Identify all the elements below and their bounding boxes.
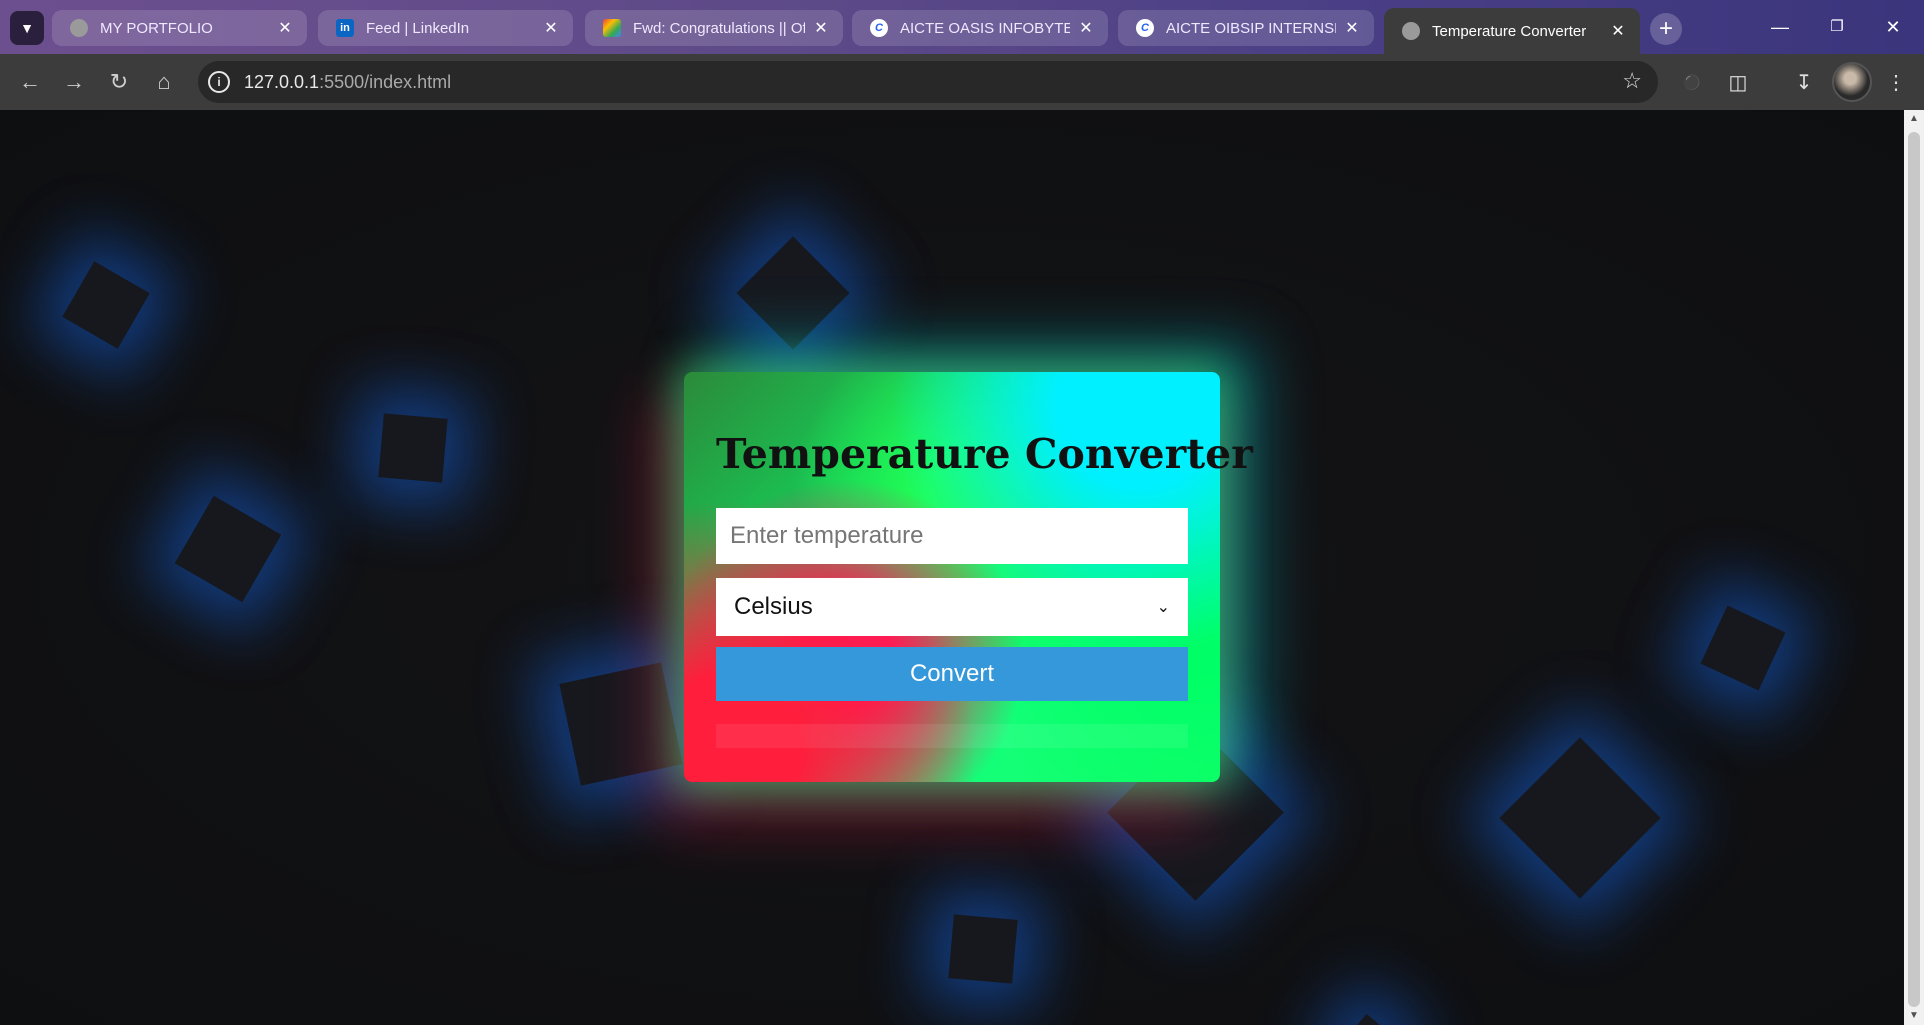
chevron-down-icon: ▼ (20, 20, 34, 36)
background-cube (62, 261, 150, 349)
tab-title: AICTE OIBSIP INTERNSHIP (1166, 19, 1336, 37)
menu-icon[interactable]: ⋮ (1880, 66, 1912, 98)
tab-title: Fwd: Congratulations || Off (633, 19, 805, 37)
result-output (716, 724, 1188, 748)
download-icon[interactable]: ↧ (1788, 66, 1820, 98)
tab-gmail[interactable]: Fwd: Congratulations || Off ✕ (585, 10, 843, 46)
close-icon[interactable]: ✕ (275, 18, 295, 38)
url-text: 127.0.0.1:5500/index.html (244, 72, 451, 93)
background-cube (1499, 737, 1661, 899)
extensions-icon[interactable]: ◫ (1722, 66, 1754, 98)
star-icon[interactable]: ☆ (1622, 68, 1642, 94)
tab-search-button[interactable]: ▼ (10, 11, 44, 45)
background-cube (559, 662, 683, 786)
minimize-button[interactable]: — (1755, 12, 1805, 42)
c-icon: C (870, 19, 888, 37)
reload-button[interactable]: ↻ (103, 66, 135, 98)
extension-puck-icon[interactable]: ⚫ (1676, 66, 1708, 98)
back-button[interactable]: ← (14, 66, 46, 98)
arrow-right-icon: → (63, 69, 85, 94)
tab-strip: ▼ MY PORTFOLIO ✕ in Feed | LinkedIn ✕ Fw… (0, 0, 1924, 54)
restore-button[interactable]: ❐ (1812, 12, 1862, 42)
tab-temperature-converter[interactable]: Temperature Converter ✕ (1384, 8, 1640, 54)
new-tab-button[interactable]: + (1650, 13, 1682, 45)
page-title: Temperature Converter (716, 430, 1253, 478)
background-cube (948, 914, 1018, 984)
forward-button[interactable]: → (58, 66, 90, 98)
close-icon: ✕ (1885, 17, 1901, 37)
address-bar[interactable]: i 127.0.0.1:5500/index.html ☆ (198, 61, 1658, 103)
temperature-input[interactable] (716, 508, 1188, 564)
tab-aicte-oibsip[interactable]: C AICTE OIBSIP INTERNSHIP ✕ (1118, 10, 1374, 46)
tab-title: MY PORTFOLIO (100, 19, 213, 37)
minimize-icon: — (1771, 17, 1789, 37)
convert-button[interactable]: Convert (716, 647, 1188, 701)
linkedin-icon: in (336, 19, 354, 37)
background-cube (174, 495, 282, 603)
scroll-up-icon[interactable]: ▲ (1904, 110, 1924, 128)
unit-select[interactable]: Celsius ⌄ (716, 578, 1188, 636)
gmail-icon (603, 19, 621, 37)
close-window-button[interactable]: ✕ (1868, 12, 1918, 42)
close-icon[interactable]: ✕ (1342, 18, 1362, 38)
tab-my-portfolio[interactable]: MY PORTFOLIO ✕ (52, 10, 307, 46)
scroll-down-icon[interactable]: ▼ (1904, 1007, 1924, 1025)
globe-icon (1402, 22, 1420, 40)
plus-icon: + (1658, 15, 1673, 42)
tab-title: Temperature Converter (1432, 22, 1587, 40)
scrollbar-thumb[interactable] (1908, 132, 1920, 1007)
browser-toolbar: ← → ↻ ⌂ i 127.0.0.1:5500/index.html ☆ ⚫ … (0, 54, 1924, 110)
close-icon[interactable]: ✕ (1076, 18, 1096, 38)
globe-icon (70, 19, 88, 37)
converter-card: Temperature Converter Celsius ⌄ Convert (684, 372, 1253, 782)
info-icon[interactable]: i (208, 71, 230, 93)
background-cube (378, 413, 448, 483)
background-cube (736, 236, 850, 350)
url-path: :5500/index.html (319, 72, 452, 92)
reload-icon: ↻ (109, 69, 129, 94)
c-icon: C (1136, 19, 1154, 37)
arrow-left-icon: ← (19, 69, 41, 94)
close-icon[interactable]: ✕ (811, 18, 831, 38)
tab-title: AICTE OASIS INFOBYTE SIP (900, 19, 1070, 37)
tab-linkedin[interactable]: in Feed | LinkedIn ✕ (318, 10, 573, 46)
avatar[interactable] (1832, 62, 1872, 102)
background-cube (1340, 1013, 1398, 1025)
url-host: 127.0.0.1 (244, 72, 320, 92)
close-icon[interactable]: ✕ (541, 18, 561, 38)
chevron-down-icon: ⌄ (1156, 599, 1170, 616)
tab-title: Feed | LinkedIn (366, 19, 470, 37)
tab-aicte-oasis[interactable]: C AICTE OASIS INFOBYTE SIP ✕ (852, 10, 1108, 46)
home-button[interactable]: ⌂ (148, 66, 180, 98)
background-cube (1700, 605, 1786, 691)
close-icon[interactable]: ✕ (1608, 21, 1628, 41)
home-icon: ⌂ (157, 69, 171, 94)
restore-icon: ❐ (1830, 18, 1844, 35)
scrollbar[interactable]: ▲ ▼ (1904, 110, 1924, 1025)
unit-select-value: Celsius (734, 593, 813, 620)
